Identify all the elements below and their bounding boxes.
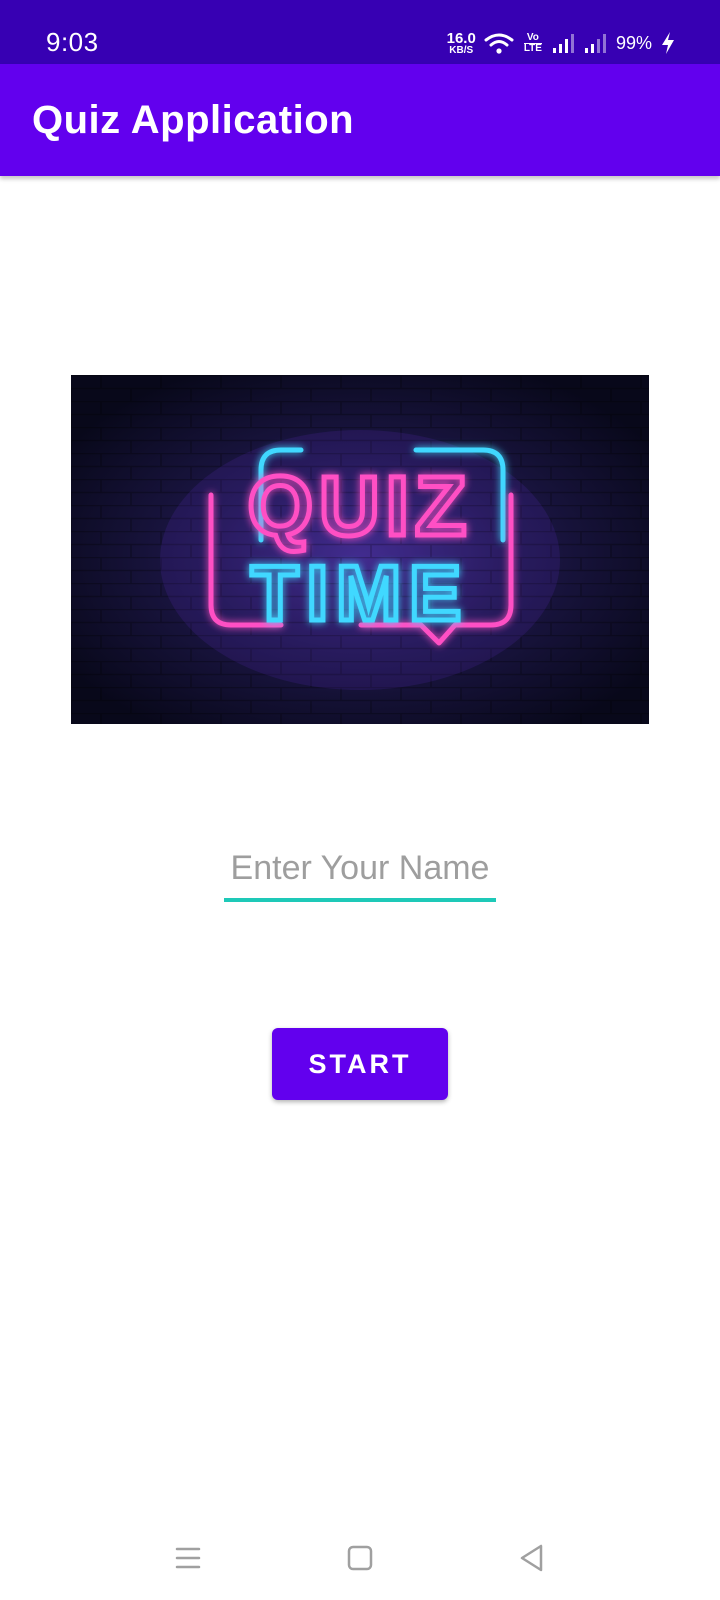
start-button[interactable]: START xyxy=(272,1028,448,1100)
volte-indicator: Vo LTE xyxy=(523,31,542,54)
charging-icon xyxy=(662,32,674,54)
neon-text-time: TIME xyxy=(251,549,469,637)
battery-level: 99% xyxy=(615,32,652,53)
menu-icon[interactable] xyxy=(168,1538,208,1578)
signal-icon xyxy=(552,34,574,53)
wifi-icon xyxy=(484,33,514,54)
status-time: 9:03 xyxy=(46,27,99,57)
navigation-bar xyxy=(0,1510,720,1600)
app-bar: Quiz Application xyxy=(0,64,720,176)
quiz-time-image: QUIZ TIME xyxy=(71,375,649,724)
network-speed: 16.0 KB/S xyxy=(447,31,476,56)
back-icon[interactable] xyxy=(512,1538,552,1578)
status-bar: 9:03 16.0 KB/S Vo LTE 99% xyxy=(0,0,720,64)
network-speed-value: 16.0 xyxy=(446,29,476,47)
app-title: Quiz Application xyxy=(32,98,355,142)
neon-text-quiz: QUIZ xyxy=(248,459,473,553)
home-icon[interactable] xyxy=(340,1538,380,1578)
volte-top: Vo xyxy=(526,31,539,43)
volte-bottom: LTE xyxy=(523,42,542,54)
network-speed-unit: KB/S xyxy=(449,44,474,56)
status-icons: 16.0 KB/S Vo LTE 99% xyxy=(447,26,676,60)
name-input[interactable] xyxy=(224,844,496,902)
signal-icon xyxy=(584,34,606,53)
